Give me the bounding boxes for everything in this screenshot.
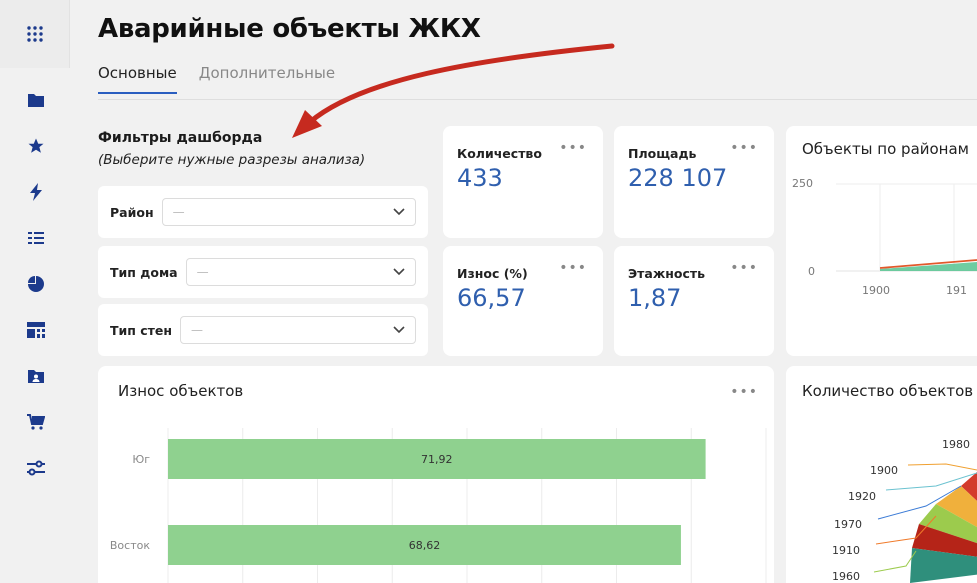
metric-card-floors: Этажность 1,87 ••• — [614, 246, 774, 356]
folder-icon[interactable] — [24, 88, 48, 112]
metric-area-value: 228 107 — [628, 164, 728, 192]
list-icon[interactable] — [24, 226, 48, 250]
filter-district-select[interactable]: — — [161, 198, 416, 226]
tab-bar: Основные Дополнительные — [98, 64, 335, 94]
pie-chart-icon[interactable] — [24, 272, 48, 296]
lightning-icon[interactable] — [24, 180, 48, 204]
category-label: Юг — [132, 453, 150, 466]
count-chart-card: Количество объектов 1980 1900 1920 1970 … — [786, 366, 977, 583]
x-tick-191: 191 — [946, 284, 967, 296]
metric-wear-value: 66,57 — [457, 284, 526, 312]
cart-icon[interactable] — [24, 410, 48, 434]
settings-sliders-icon[interactable] — [24, 456, 48, 480]
pie-label-1960: 1960 — [832, 570, 860, 583]
dashboard-icon[interactable] — [24, 318, 48, 342]
filter-district-value: — — [172, 205, 185, 219]
filter-house-type: Тип дома — — [98, 246, 428, 298]
tab-additional[interactable]: Дополнительные — [199, 64, 335, 94]
filter-house-type-label: Тип дома — [110, 264, 178, 280]
category-label: Восток — [110, 539, 150, 552]
more-menu-icon[interactable]: ••• — [730, 140, 758, 156]
metric-count-label: Количество — [457, 146, 542, 161]
more-menu-icon[interactable]: ••• — [559, 260, 587, 276]
y-tick-250: 250 — [792, 177, 813, 190]
page-title: Аварийные объекты ЖКХ — [98, 14, 481, 44]
filters-subtitle: (Выберите нужные разрезы анализа) — [98, 152, 366, 168]
districts-chart-card: Объекты по районам 250 0 1900 191 — [786, 126, 977, 356]
districts-chart-title: Объекты по районам — [802, 140, 969, 158]
more-menu-icon[interactable]: ••• — [559, 140, 587, 156]
metric-wear-label: Износ (%) — [457, 266, 528, 281]
pie-label-1970: 1970 — [834, 518, 862, 531]
metric-card-count: Количество 433 ••• — [443, 126, 603, 238]
pie-label-1910: 1910 — [832, 544, 860, 557]
filter-house-type-value: — — [196, 265, 209, 279]
pie-label-1900: 1900 — [870, 464, 898, 477]
filter-wall-type-value: — — [191, 323, 204, 337]
filter-district-label: Район — [110, 204, 154, 220]
metric-area-label: Площадь — [628, 146, 697, 161]
y-tick-0: 0 — [808, 265, 815, 278]
chevron-down-icon — [393, 323, 405, 338]
metric-floors-value: 1,87 — [628, 284, 682, 312]
more-menu-icon[interactable]: ••• — [730, 260, 758, 276]
pie-label-1980: 1980 — [942, 438, 970, 451]
pie-label-1920: 1920 — [848, 490, 876, 503]
filter-wall-type: Тип стен — — [98, 304, 428, 356]
metric-card-wear: Износ (%) 66,57 ••• — [443, 246, 603, 356]
bar-value-label: 68,62 — [409, 539, 441, 552]
chevron-down-icon — [393, 265, 405, 280]
tab-main[interactable]: Основные — [98, 64, 177, 94]
count-pie-chart: 1980 1900 1920 1970 1910 1960 — [832, 438, 977, 583]
metric-count-value: 433 — [457, 164, 503, 192]
wear-bar-chart: Юг 71,92 Восток 68,62 — [110, 428, 767, 583]
metric-floors-label: Этажность — [628, 266, 706, 281]
sidebar — [0, 0, 70, 583]
filter-wall-type-label: Тип стен — [110, 322, 173, 338]
x-tick-1900: 1900 — [862, 284, 890, 296]
metric-card-area: Площадь 228 107 ••• — [614, 126, 774, 238]
filter-house-type-select[interactable]: — — [185, 258, 416, 286]
apps-button[interactable] — [0, 0, 70, 68]
user-folder-icon[interactable] — [24, 364, 48, 388]
filter-wall-type-select[interactable]: — — [180, 316, 416, 344]
bar-value-label: 71,92 — [421, 453, 453, 466]
filters-title: Фильтры дашборда — [98, 130, 263, 146]
wear-chart-card: Износ объектов ••• Юг 71,92 Восток 68,62 — [98, 366, 774, 583]
filter-district: Район — — [98, 186, 428, 238]
tab-divider — [98, 99, 977, 100]
apps-grid-icon — [26, 26, 43, 42]
chevron-down-icon — [393, 205, 405, 220]
star-icon[interactable] — [24, 134, 48, 158]
districts-line-chart: 250 0 1900 191 — [792, 177, 977, 296]
